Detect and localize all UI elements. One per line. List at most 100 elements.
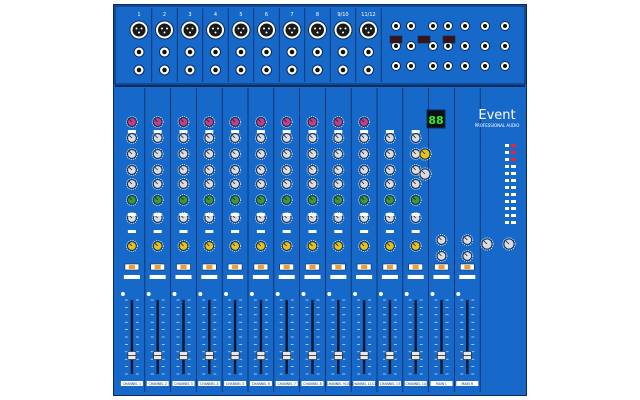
insert-jack-10-hole — [366, 67, 371, 73]
xlr-input-5-body — [234, 23, 248, 37]
aux-out-jack-c-6[interactable] — [480, 61, 490, 71]
level-meter-led — [505, 221, 509, 224]
xlr-input-1-pin — [140, 27, 143, 30]
aux-out-jack-a-2-hole — [408, 23, 414, 29]
xlr-input-6[interactable] — [257, 20, 276, 40]
mute-led-12 — [412, 265, 419, 269]
line-input-jack-7-hole — [289, 49, 295, 55]
insert-jack-2[interactable] — [159, 64, 170, 76]
aux-out-jack-b-3-hole — [430, 43, 436, 49]
aux-out-jack-b-2[interactable] — [406, 41, 416, 51]
aux-out-jack-c-7[interactable] — [500, 61, 510, 71]
insert-jack-10[interactable] — [363, 64, 374, 76]
line-input-jack-2[interactable] — [159, 46, 170, 58]
line-input-jack-4-hole — [213, 49, 218, 55]
aux-out-jack-a-6[interactable] — [480, 21, 490, 31]
strip-label-plate — [385, 230, 394, 233]
aux-out-jack-c-2[interactable] — [406, 61, 416, 71]
line-input-jack-2-hole — [162, 49, 167, 55]
strip-11-knob-7-cap — [385, 241, 395, 251]
aux-out-jack-b-2-hole — [408, 43, 414, 49]
input-number-label: 6 — [265, 12, 268, 18]
insert-jack-6[interactable] — [261, 64, 272, 76]
line-input-jack-1[interactable] — [133, 46, 145, 58]
aux-out-jack-c-4[interactable] — [443, 61, 453, 71]
mute-led-3 — [180, 265, 187, 269]
xlr-input-6-pin — [265, 31, 268, 34]
xlr-input-10[interactable] — [359, 20, 378, 40]
insert-jack-3-hole — [187, 67, 193, 73]
strip-label-plate — [256, 130, 265, 133]
insert-jack-3[interactable] — [184, 64, 196, 76]
xlr-input-3[interactable] — [180, 20, 200, 40]
input-number-label: 3 — [188, 12, 191, 18]
strip-name-label-9: CHANNEL 9/10 — [327, 382, 351, 386]
xlr-input-2-pin — [163, 31, 166, 34]
aux-out-jack-b-6[interactable] — [480, 41, 490, 51]
mute-led-8 — [309, 265, 316, 269]
xlr-input-8[interactable] — [308, 20, 327, 40]
xlr-input-4[interactable] — [206, 20, 225, 40]
scribble-strip-2 — [149, 275, 166, 279]
line-input-jack-4[interactable] — [210, 46, 221, 58]
line-input-jack-5[interactable] — [235, 46, 247, 58]
aux-out-jack-a-7[interactable] — [500, 21, 510, 31]
insert-jack-1[interactable] — [133, 64, 145, 76]
line-input-jack-6[interactable] — [261, 46, 272, 58]
rca-block-3[interactable] — [442, 35, 456, 44]
input-number-label: 4 — [214, 12, 217, 18]
xlr-input-4-body — [209, 23, 222, 37]
strip-11-knob-2-cap — [385, 149, 395, 159]
aux-out-jack-b-5[interactable] — [460, 41, 470, 51]
xlr-input-1[interactable] — [129, 20, 149, 40]
aux-out-jack-a-5[interactable] — [460, 21, 470, 31]
insert-jack-5[interactable] — [235, 64, 247, 76]
mute-led-14 — [464, 265, 471, 269]
insert-jack-4[interactable] — [210, 64, 221, 76]
strip-label-plate — [308, 230, 317, 233]
pfl-led-7 — [275, 292, 280, 296]
xlr-input-5[interactable] — [231, 20, 251, 40]
strip-7-knob-6-cap — [281, 195, 292, 205]
xlr-input-10-pin — [365, 27, 367, 30]
xlr-input-9-body — [336, 23, 350, 37]
strip-name-label-14: MAIN R — [462, 382, 474, 386]
aux-out-jack-b-7[interactable] — [500, 41, 510, 51]
strip-label-plate — [179, 213, 188, 216]
aux-out-jack-a-2[interactable] — [406, 21, 416, 31]
line-input-jack-8[interactable] — [312, 46, 323, 58]
line-input-jack-9[interactable] — [337, 46, 349, 58]
insert-jack-7[interactable] — [286, 64, 298, 76]
xlr-input-2-body — [158, 23, 171, 37]
rca-block-1[interactable] — [389, 35, 403, 44]
xlr-input-8-pin — [319, 27, 321, 30]
xlr-input-8-body — [311, 23, 324, 37]
insert-jack-9[interactable] — [337, 64, 349, 76]
strip-label-plate — [205, 213, 214, 216]
level-meter-led — [511, 207, 516, 210]
line-input-jack-7[interactable] — [286, 46, 298, 58]
strip-name-label-4: CHANNEL 4 — [200, 382, 218, 386]
level-meter-led — [505, 144, 509, 147]
xlr-input-8-pin — [316, 31, 319, 34]
aux-out-jack-c-1[interactable] — [391, 61, 401, 71]
rca-block-2[interactable] — [417, 35, 431, 44]
line-input-jack-3[interactable] — [184, 46, 196, 58]
xlr-input-1-pin — [138, 31, 140, 34]
aux-out-jack-a-1[interactable] — [391, 21, 401, 31]
xlr-input-7[interactable] — [282, 20, 302, 40]
xlr-input-9[interactable] — [333, 20, 353, 40]
aux-out-jack-a-3[interactable] — [428, 21, 438, 31]
strip-11-knob-4-cap — [385, 179, 395, 189]
xlr-input-5-pin — [237, 27, 240, 30]
aux-out-jack-c-3[interactable] — [428, 61, 438, 71]
aux-out-jack-a-4[interactable] — [443, 21, 453, 31]
xlr-input-7-pin — [291, 31, 293, 34]
xlr-input-2[interactable] — [155, 20, 174, 40]
insert-jack-8[interactable] — [312, 64, 323, 76]
aux-out-jack-a-5-hole — [462, 23, 468, 29]
line-input-jack-10[interactable] — [363, 46, 374, 58]
brand-logo: Event — [478, 108, 515, 123]
strip-label-plate — [205, 230, 214, 233]
aux-out-jack-c-5[interactable] — [460, 61, 470, 71]
